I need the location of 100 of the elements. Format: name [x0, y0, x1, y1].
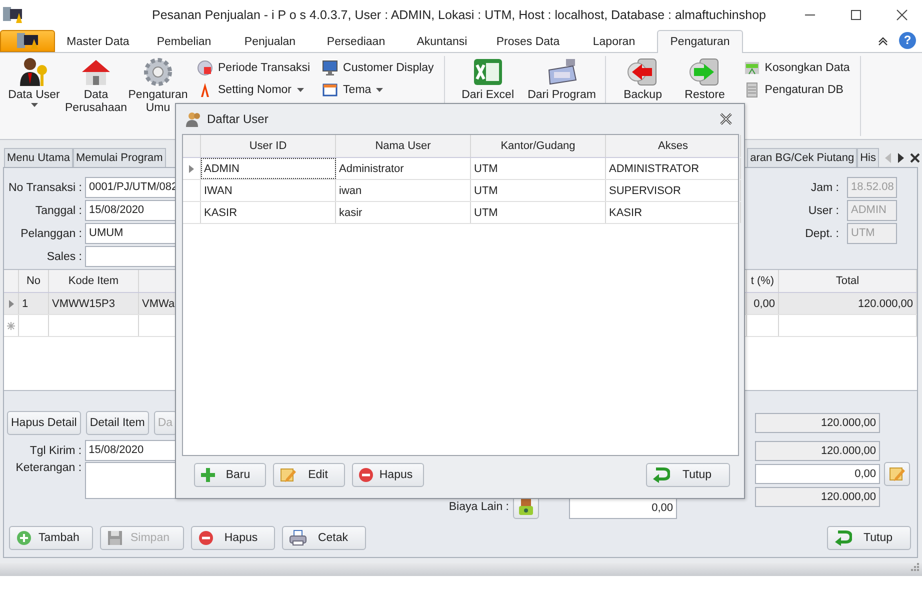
field-label: Biaya Lain : — [448, 500, 509, 515]
ribbon-tab[interactable]: Pembelian — [141, 30, 227, 52]
column-header[interactable]: Akses — [606, 135, 741, 157]
ribbon-tab[interactable]: Pengaturan — [657, 30, 743, 53]
dialog-title: Daftar User — [207, 112, 268, 126]
table-cell: UTM — [471, 202, 606, 223]
server-icon — [744, 82, 760, 98]
computer-icon — [2, 5, 24, 25]
field-label: Dept. : — [804, 228, 840, 240]
collapse-icon[interactable] — [877, 35, 889, 47]
column-header[interactable]: Kantor/Gudang — [471, 135, 606, 157]
table-cell: 1 — [19, 293, 49, 314]
field-label: Keterangan : — [14, 462, 83, 474]
detail-button[interactable]: Detail Item — [86, 411, 149, 435]
right-arrow-icon[interactable] — [897, 152, 905, 162]
table-cell: UTM — [471, 158, 606, 179]
document-tab[interactable]: Memulai Program — [72, 148, 166, 167]
window-title: Pesanan Penjualan - i P o s 4.0.3.7, User : ADMIN, Lokasi : UTM, Host : localhost, Database : almaftuchinshop — [151, 8, 767, 22]
table-cell: SUPERVISOR — [606, 180, 741, 201]
action-button[interactable]: Hapus — [191, 526, 275, 550]
ribbon-button[interactable]: Customer Display — [318, 58, 438, 78]
money-box-icon — [517, 498, 535, 516]
ribbon-tab[interactable]: Penjualan — [227, 30, 313, 52]
detail-button[interactable]: Hapus Detail — [7, 411, 81, 435]
close-icon[interactable] — [720, 113, 732, 125]
readonly-field: 120.000,00 — [755, 486, 880, 506]
field-label: No Transaksi : — [8, 182, 83, 194]
printer-icon — [289, 530, 307, 546]
ribbon-button[interactable]: Tema — [318, 80, 438, 100]
readonly-field: 18.52.08 — [847, 177, 897, 198]
edit-icon — [279, 466, 297, 484]
action-button[interactable]: Tambah — [9, 526, 93, 550]
dialog-button[interactable]: Edit — [273, 463, 345, 487]
field-label: Pelanggan : — [20, 228, 83, 240]
minus-icon — [198, 530, 214, 546]
table-cell: kasir — [336, 202, 471, 223]
readonly-field: UTM — [847, 223, 897, 244]
new-row-icon — [7, 322, 15, 330]
document-tab[interactable]: aran BG/Cek Piutang — [747, 148, 858, 167]
table-cell: KASIR — [606, 202, 741, 223]
close-button[interactable]: Tutup — [827, 526, 911, 550]
close-button[interactable]: Tutup — [646, 463, 730, 487]
spreadsheet-icon — [472, 56, 504, 88]
help-button[interactable]: ? — [899, 32, 916, 48]
column-header[interactable]: Nama User — [336, 135, 471, 157]
table-cell: IWAN — [201, 180, 336, 201]
computer-icon — [14, 32, 40, 50]
ribbon-tab[interactable]: Persediaan — [313, 30, 399, 52]
table-cell: VMWW15P3 — [49, 293, 139, 314]
ribbon-button[interactable]: Periode Transaksi — [193, 58, 314, 78]
return-arrow-icon — [834, 530, 852, 546]
window-icon — [322, 82, 338, 98]
readonly-field: 120.000,00 — [755, 440, 880, 460]
users-icon — [186, 111, 202, 127]
column-header[interactable]: t (%) — [747, 270, 779, 292]
ribbon-button[interactable]: Setting Nomor — [193, 80, 314, 100]
column-header[interactable]: No — [19, 270, 49, 292]
field-label: Sales : — [46, 250, 83, 262]
ribbon-tab[interactable]: Master Data — [55, 30, 141, 52]
application-menu-button[interactable] — [0, 30, 55, 52]
input-field[interactable]: 0,00 — [755, 464, 880, 484]
return-arrow-icon — [652, 467, 670, 483]
maximize-icon[interactable] — [850, 9, 862, 21]
table-cell: KASIR — [201, 202, 336, 223]
table-cell: UTM — [471, 180, 606, 201]
field-label: User : — [807, 204, 840, 216]
field-label: Jam : — [810, 182, 840, 194]
document-tab[interactable]: His — [857, 148, 879, 167]
readonly-field: ADMIN — [847, 200, 897, 221]
table-cell: Administrator — [336, 158, 471, 179]
ribbon-tab[interactable]: Akuntansi — [399, 30, 485, 52]
field-label: Tgl Kirim : — [28, 444, 83, 456]
calendar-icon — [197, 60, 213, 76]
dialog-button[interactable]: Hapus — [352, 463, 424, 487]
action-button[interactable]: Cetak — [282, 526, 366, 550]
input-field[interactable]: 0,00 — [569, 498, 677, 519]
ribbon-button[interactable]: Pengaturan DB — [740, 80, 854, 100]
ribbon-button[interactable]: Kosongkan Data — [740, 58, 854, 78]
column-header[interactable]: Kode Item — [49, 270, 139, 292]
close-icon[interactable] — [910, 152, 920, 162]
close-icon[interactable] — [896, 9, 908, 21]
plus-icon — [16, 530, 32, 546]
column-header[interactable]: User ID — [201, 135, 336, 157]
minus-icon — [358, 467, 374, 483]
table-cell: ADMINISTRATOR — [606, 158, 741, 179]
dialog-button[interactable]: Baru — [194, 463, 266, 487]
readonly-field: 120.000,00 — [755, 412, 880, 432]
monitor-icon — [322, 60, 338, 76]
resize-grip-icon[interactable] — [909, 563, 919, 573]
ribbon-button[interactable]: Data User — [3, 53, 65, 133]
edit-icon — [888, 464, 906, 482]
field-label: Tanggal : — [34, 204, 83, 216]
column-header[interactable]: Total — [779, 270, 917, 292]
plus-icon — [200, 467, 216, 483]
ribbon-tab[interactable]: Proses Data — [485, 30, 571, 52]
table-cell: iwan — [336, 180, 471, 201]
ribbon-button[interactable]: Data Perusahaan — [65, 53, 127, 133]
document-tab[interactable]: Menu Utama — [4, 148, 73, 167]
ribbon-tab[interactable]: Laporan — [571, 30, 657, 52]
table-cell: 0,00 — [747, 293, 779, 314]
